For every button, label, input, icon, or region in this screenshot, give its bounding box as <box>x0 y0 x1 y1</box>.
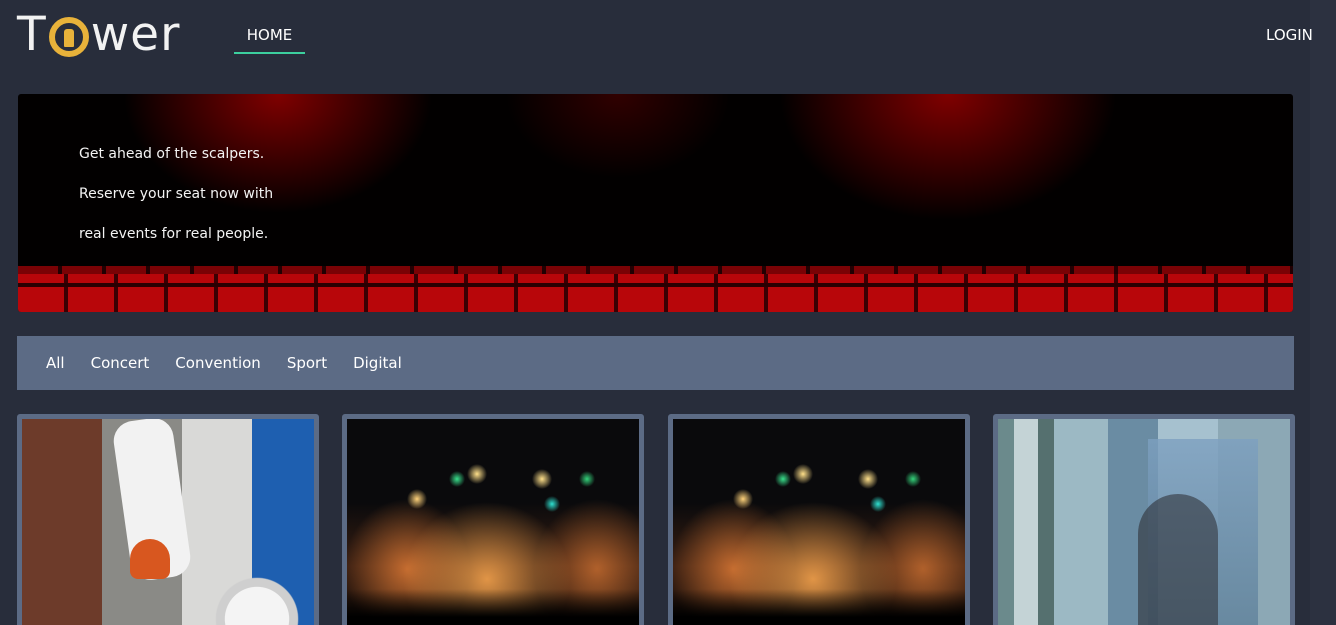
hero-line-2: Reserve your seat now with <box>79 186 274 202</box>
filter-tab-concert[interactable]: Concert <box>91 354 150 372</box>
logo-o-icon <box>48 17 89 57</box>
logo-letter-t: T <box>17 6 47 62</box>
hero-text: Get ahead of the scalpers. Reserve your … <box>79 146 273 266</box>
nav-home-link[interactable]: HOME <box>234 22 305 54</box>
logo-letters-wer: wer <box>90 6 181 62</box>
theater-seats-image <box>18 266 1293 312</box>
hero-line-1: Get ahead of the scalpers. <box>79 146 265 162</box>
event-card-1[interactable] <box>17 414 319 625</box>
soccer-player-image <box>22 419 314 625</box>
filter-tab-all[interactable]: All <box>46 354 65 372</box>
concert-stage-image <box>673 419 965 625</box>
event-card-4[interactable] <box>993 414 1295 625</box>
page-scrollbar[interactable] <box>1310 0 1336 625</box>
hero-banner: Get ahead of the scalpers. Reserve your … <box>18 94 1293 312</box>
filter-tab-digital[interactable]: Digital <box>353 354 402 372</box>
city-window-image <box>998 419 1290 625</box>
tower-logo[interactable]: Twer <box>17 6 181 62</box>
concert-stage-image <box>347 419 639 625</box>
event-card-2[interactable] <box>342 414 644 625</box>
filter-tab-sport[interactable]: Sport <box>287 354 327 372</box>
nav-login-link[interactable]: LOGIN <box>1266 26 1313 44</box>
hero-line-3: real events for real people. <box>79 226 269 242</box>
event-card-3[interactable] <box>668 414 970 625</box>
category-filter-bar: All Concert Convention Sport Digital <box>17 336 1294 390</box>
filter-tab-convention[interactable]: Convention <box>175 354 261 372</box>
